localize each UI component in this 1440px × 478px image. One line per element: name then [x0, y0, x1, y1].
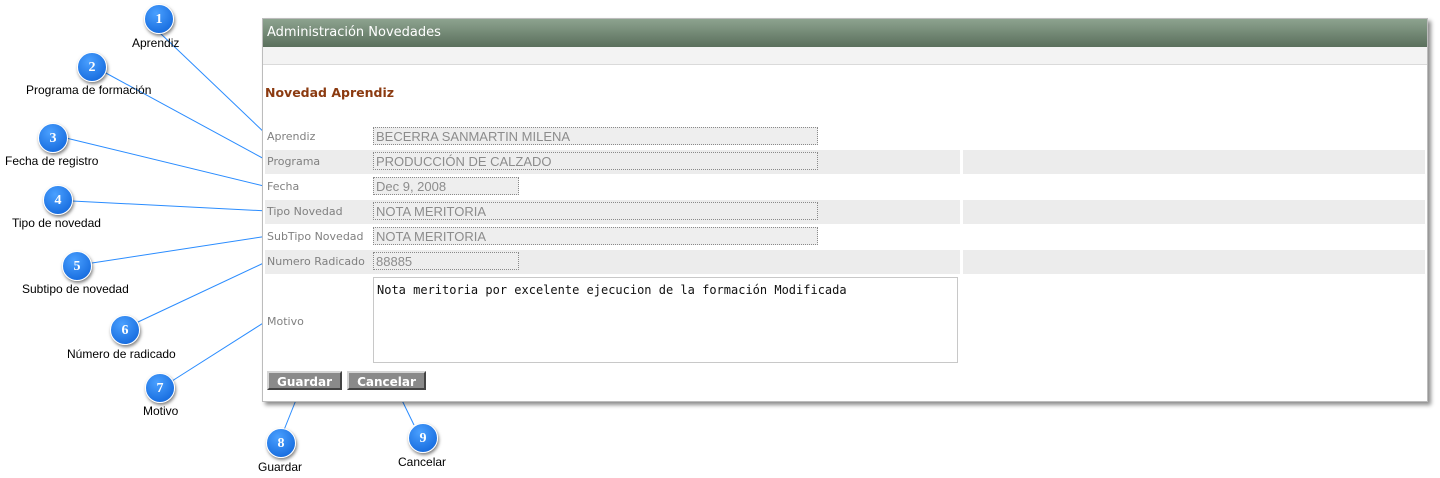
callout-5-label: Subtipo de novedad	[22, 282, 129, 296]
row-subtipo-novedad: SubTipo Novedad NOTA MERITORIA	[265, 225, 1425, 249]
callout-3-label: Fecha de registro	[5, 154, 99, 168]
callout-7: 7	[145, 373, 175, 403]
tipo-novedad-label: Tipo Novedad	[267, 205, 343, 218]
callout-7-label: Motivo	[143, 404, 179, 418]
section-title: Novedad Aprendiz	[265, 85, 395, 100]
callout-2-label: Programa de formación	[26, 83, 152, 97]
callout-1-label: Aprendiz	[132, 36, 180, 50]
fecha-label: Fecha	[267, 180, 300, 193]
cancelar-button[interactable]: Cancelar	[347, 371, 426, 390]
motivo-label: Motivo	[267, 315, 304, 328]
novedades-panel: Administración Novedades Novedad Aprendi…	[262, 18, 1428, 402]
row-programa: Programa PRODUCCIÓN DE CALZADO	[265, 150, 1425, 174]
programa-field[interactable]: PRODUCCIÓN DE CALZADO	[373, 152, 818, 170]
connector-7	[171, 319, 269, 382]
callout-4: 4	[43, 185, 73, 215]
guardar-button[interactable]: Guardar	[267, 371, 342, 390]
row-aprendiz: Aprendiz BECERRA SANMARTIN MILENA	[265, 125, 1425, 149]
panel-toolbar-strip	[263, 47, 1427, 65]
callout-2: 2	[77, 52, 107, 82]
numero-radicado-field[interactable]: 88885	[373, 252, 519, 270]
row-tipo-novedad: Tipo Novedad NOTA MERITORIA	[265, 200, 1425, 224]
callout-5: 5	[62, 251, 92, 281]
callout-8-label: Guardar	[258, 460, 303, 474]
callout-9-label: Cancelar	[398, 455, 447, 469]
tipo-novedad-field[interactable]: NOTA MERITORIA	[373, 202, 818, 220]
row-fecha: Fecha Dec 9, 2008	[265, 175, 1425, 199]
programa-label: Programa	[267, 155, 321, 168]
aprendiz-field[interactable]: BECERRA SANMARTIN MILENA	[373, 127, 818, 145]
callout-1: 1	[144, 4, 174, 34]
callout-6: 6	[110, 315, 140, 345]
callout-3: 3	[38, 123, 68, 153]
connector-4	[71, 200, 269, 212]
fecha-field[interactable]: Dec 9, 2008	[373, 177, 519, 195]
connector-6	[137, 260, 269, 323]
connector-5	[91, 235, 269, 264]
aprendiz-label: Aprendiz	[267, 130, 316, 143]
callout-4-label: Tipo de novedad	[12, 216, 101, 230]
subtipo-novedad-label: SubTipo Novedad	[267, 230, 364, 243]
panel-title: Administración Novedades	[263, 19, 1427, 47]
numero-radicado-label: Numero Radicado	[267, 255, 365, 268]
subtipo-novedad-field[interactable]: NOTA MERITORIA	[373, 227, 818, 245]
row-numero-radicado: Numero Radicado 88885	[265, 250, 1425, 274]
callout-6-label: Número de radicado	[67, 347, 176, 361]
callout-9: 9	[408, 423, 438, 453]
callout-8: 8	[266, 428, 296, 458]
motivo-textarea[interactable]: Nota meritoria por excelente ejecucion d…	[373, 277, 958, 363]
